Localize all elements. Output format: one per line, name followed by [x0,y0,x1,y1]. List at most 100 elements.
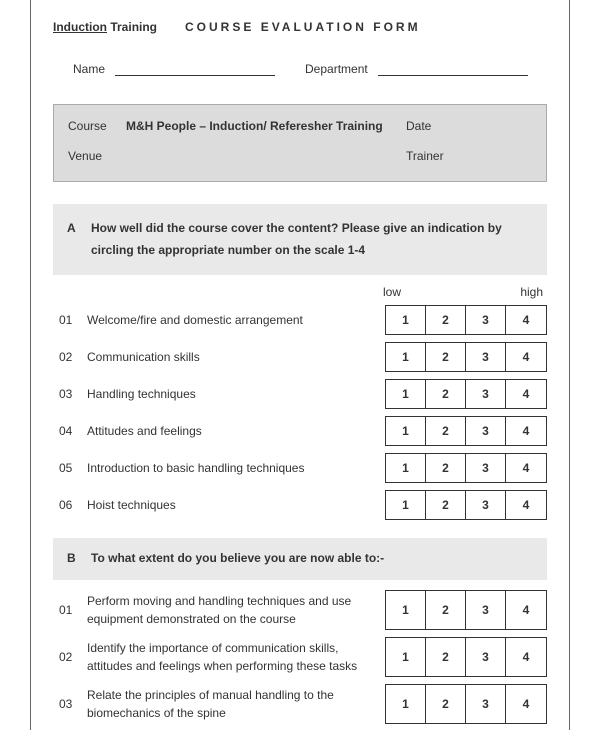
rating-scale: 1234 [385,590,547,630]
rating-cell-3[interactable]: 3 [466,417,506,445]
rating-cell-3[interactable]: 3 [466,380,506,408]
rating-cell-2[interactable]: 2 [426,685,466,723]
rating-cell-2[interactable]: 2 [426,343,466,371]
item-number: 02 [53,650,87,664]
rating-cell-1[interactable]: 1 [386,306,426,334]
rating-scale: 1234 [385,305,547,335]
rating-scale: 1234 [385,637,547,677]
course-info-block: Course M&H People – Induction/ Refereshe… [53,104,547,182]
rating-cell-1[interactable]: 1 [386,591,426,629]
department-group: Department [305,62,528,76]
item-number: 02 [53,350,87,364]
rating-scale: 1234 [385,490,547,520]
header-row: Induction Training COURSE EVALUATION FOR… [53,20,547,34]
rating-cell-3[interactable]: 3 [466,306,506,334]
scale-high: high [520,285,543,299]
rating-cell-2[interactable]: 2 [426,380,466,408]
item-row: 02Identify the importance of communicati… [53,637,547,677]
item-number: 03 [53,697,87,711]
trainer-label: Trainer [406,149,456,163]
rating-cell-4[interactable]: 4 [506,306,546,334]
section-a-items: 01Welcome/fire and domestic arrangement1… [53,305,547,520]
rating-cell-2[interactable]: 2 [426,306,466,334]
date-label: Date [406,119,456,133]
item-text: Relate the principles of manual handling… [87,686,385,722]
item-text: Handling techniques [87,385,385,403]
course-row: Course M&H People – Induction/ Refereshe… [68,119,532,133]
item-number: 05 [53,461,87,475]
item-row: 03Relate the principles of manual handli… [53,684,547,724]
rating-cell-3[interactable]: 3 [466,343,506,371]
venue-value [126,149,406,163]
rating-cell-3[interactable]: 3 [466,685,506,723]
rating-cell-4[interactable]: 4 [506,454,546,482]
section-a-letter: A [67,218,91,261]
induction-word: Induction [53,20,107,34]
rating-cell-1[interactable]: 1 [386,343,426,371]
department-input-line[interactable] [378,62,528,76]
rating-scale: 1234 [385,379,547,409]
rating-cell-4[interactable]: 4 [506,638,546,676]
section-b-items: 01Perform moving and handling techniques… [53,590,547,724]
item-row: 02Communication skills1234 [53,342,547,372]
department-label: Department [305,62,368,76]
page-container: Induction Training COURSE EVALUATION FOR… [30,0,570,730]
rating-cell-4[interactable]: 4 [506,591,546,629]
rating-cell-4[interactable]: 4 [506,685,546,723]
rating-cell-1[interactable]: 1 [386,454,426,482]
name-department-row: Name Department [73,62,547,76]
rating-cell-3[interactable]: 3 [466,638,506,676]
item-row: 03Handling techniques1234 [53,379,547,409]
rating-cell-4[interactable]: 4 [506,417,546,445]
rating-cell-4[interactable]: 4 [506,343,546,371]
scale-header: low high [53,285,547,299]
course-label: Course [68,119,126,133]
rating-cell-2[interactable]: 2 [426,454,466,482]
rating-cell-4[interactable]: 4 [506,380,546,408]
rating-cell-2[interactable]: 2 [426,638,466,676]
rating-cell-1[interactable]: 1 [386,491,426,519]
item-row: 01Welcome/fire and domestic arrangement1… [53,305,547,335]
rating-cell-2[interactable]: 2 [426,417,466,445]
rating-scale: 1234 [385,684,547,724]
item-number: 01 [53,313,87,327]
rating-cell-1[interactable]: 1 [386,685,426,723]
section-a-header: A How well did the course cover the cont… [53,204,547,275]
rating-scale: 1234 [385,342,547,372]
rating-scale: 1234 [385,416,547,446]
item-number: 04 [53,424,87,438]
item-number: 03 [53,387,87,401]
item-text: Communication skills [87,348,385,366]
name-group: Name [73,62,275,76]
item-text: Perform moving and handling techniques a… [87,592,385,628]
rating-cell-3[interactable]: 3 [466,491,506,519]
rating-cell-1[interactable]: 1 [386,380,426,408]
course-value: M&H People – Induction/ Referesher Train… [126,119,406,133]
item-text: Identify the importance of communication… [87,639,385,675]
section-b-text: To what extent do you believe you are no… [91,548,533,570]
item-text: Hoist techniques [87,496,385,514]
rating-scale: 1234 [385,453,547,483]
section-b-letter: B [67,548,91,570]
rating-cell-4[interactable]: 4 [506,491,546,519]
item-row: 04Attitudes and feelings1234 [53,416,547,446]
rating-cell-1[interactable]: 1 [386,417,426,445]
rating-cell-3[interactable]: 3 [466,454,506,482]
rating-cell-2[interactable]: 2 [426,491,466,519]
rating-cell-1[interactable]: 1 [386,638,426,676]
item-row: 05Introduction to basic handling techniq… [53,453,547,483]
venue-label: Venue [68,149,126,163]
rating-cell-2[interactable]: 2 [426,591,466,629]
section-a-text: How well did the course cover the conten… [91,218,533,261]
section-b-header: B To what extent do you believe you are … [53,538,547,580]
training-word: Training [110,20,157,34]
form-title: COURSE EVALUATION FORM [185,20,421,34]
item-row: 06Hoist techniques1234 [53,490,547,520]
scale-low: low [383,285,401,299]
item-text: Introduction to basic handling technique… [87,459,385,477]
name-input-line[interactable] [115,62,275,76]
item-number: 01 [53,603,87,617]
item-row: 01Perform moving and handling techniques… [53,590,547,630]
item-text: Attitudes and feelings [87,422,385,440]
rating-cell-3[interactable]: 3 [466,591,506,629]
